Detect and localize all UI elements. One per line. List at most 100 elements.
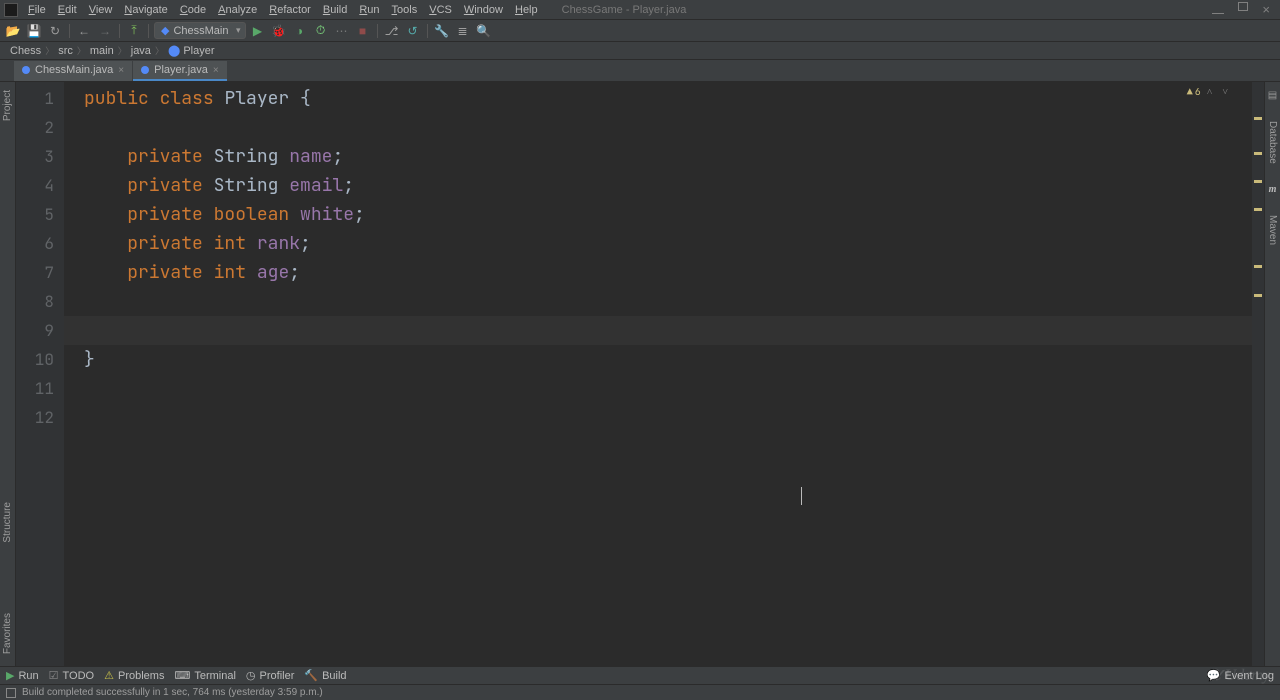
code-line[interactable]: private int rank; (84, 229, 1252, 258)
error-stripe[interactable] (1252, 82, 1264, 666)
run-icon: ▶ (6, 669, 14, 682)
run-icon[interactable]: ▶ (249, 22, 267, 40)
toolbar-sep (148, 24, 149, 38)
crumb-player[interactable]: ⬤ Player (164, 44, 219, 57)
close-icon[interactable]: × (1262, 2, 1270, 17)
open-icon[interactable]: 📂 (4, 22, 22, 40)
refresh-icon[interactable]: ↻ (46, 22, 64, 40)
minimize-icon[interactable] (1212, 2, 1224, 17)
code-line[interactable]: private String email; (84, 171, 1252, 200)
build-icon[interactable]: ⤒ (125, 22, 143, 40)
label: Run (18, 670, 38, 682)
menu-vcs[interactable]: VCS (423, 4, 458, 16)
save-icon[interactable]: 💾 (25, 22, 43, 40)
menu-analyze[interactable]: Analyze (212, 4, 263, 16)
warning-marker[interactable] (1254, 265, 1262, 268)
line-number: 2 (16, 113, 64, 142)
structure-icon[interactable]: ≣ (454, 22, 472, 40)
crumb-main[interactable]: main (86, 45, 118, 57)
tab-player-java[interactable]: Player.java× (133, 61, 227, 81)
btab-profiler[interactable]: ◷Profiler (246, 669, 294, 682)
editor-code[interactable]: ▲ 6 ˄ ˅ public class Player { private St… (64, 82, 1252, 666)
inspection-nav-icon[interactable]: ˄ ˅ (1207, 85, 1230, 98)
crumb-src[interactable]: src (54, 45, 77, 57)
inspection-widget[interactable]: ▲ 6 ˄ ˅ (1187, 85, 1230, 98)
warning-marker[interactable] (1254, 117, 1262, 120)
run-config-name: ChessMain (173, 25, 228, 37)
maven-icon[interactable]: m (1269, 184, 1277, 195)
close-icon[interactable]: × (213, 65, 219, 76)
watermark: 𝓤 Udemy (1207, 667, 1271, 685)
update-icon[interactable]: ↺ (404, 22, 422, 40)
search-icon[interactable]: 🔧 (433, 22, 451, 40)
attach-icon[interactable]: ⋯ (333, 22, 351, 40)
menu-tools[interactable]: Tools (386, 4, 424, 16)
btab-todo[interactable]: ☑TODO (49, 669, 94, 682)
coverage-icon[interactable]: ◑ (291, 22, 309, 40)
toolbar-sep (377, 24, 378, 38)
database-icon[interactable]: ▤ (1268, 90, 1277, 101)
crumb-chess[interactable]: Chess (6, 45, 45, 57)
code-line[interactable] (84, 113, 1252, 142)
tool-favorites[interactable]: Favorites (2, 613, 13, 654)
menu-build[interactable]: Build (317, 4, 353, 16)
stop-icon[interactable]: ■ (354, 22, 372, 40)
chevron-right-icon: 〉 (77, 44, 86, 57)
menu-help[interactable]: Help (509, 4, 544, 16)
warning-marker[interactable] (1254, 180, 1262, 183)
code-line[interactable] (84, 287, 1252, 316)
main-area: Project Structure Favorites 123456789101… (0, 82, 1280, 666)
btab-terminal[interactable]: ⌨Terminal (174, 669, 235, 682)
label: Profiler (260, 670, 295, 682)
code-line[interactable] (64, 316, 1252, 345)
code-line[interactable]: private String name; (84, 142, 1252, 171)
menu-code[interactable]: Code (174, 4, 212, 16)
debug-icon[interactable]: 🐞 (270, 22, 288, 40)
git-icon[interactable]: ⎇ (383, 22, 401, 40)
menu-view[interactable]: View (83, 4, 119, 16)
bottom-tool-tabs: ▶ Run ☑TODO ⚠Problems ⌨Terminal ◷Profiler… (0, 666, 1280, 684)
close-icon[interactable]: × (118, 65, 124, 76)
back-icon[interactable]: ← (75, 22, 93, 40)
lock-icon[interactable] (6, 688, 16, 698)
warning-marker[interactable] (1254, 152, 1262, 155)
tool-database[interactable]: Database (1267, 121, 1278, 164)
btab-problems[interactable]: ⚠Problems (104, 669, 164, 682)
btab-build[interactable]: 🔨Build (304, 669, 346, 682)
tool-project[interactable]: Project (2, 90, 13, 121)
editor[interactable]: 123456789101112 ▲ 6 ˄ ˅ public class Pla… (16, 82, 1264, 666)
warning-marker[interactable] (1254, 294, 1262, 297)
menu-run[interactable]: Run (353, 4, 385, 16)
maximize-icon[interactable] (1238, 2, 1248, 17)
profiler-icon[interactable]: ⏱ (312, 22, 330, 40)
chevron-right-icon: 〉 (118, 44, 127, 57)
warning-marker[interactable] (1254, 208, 1262, 211)
line-number: 1 (16, 84, 64, 113)
label: TODO (63, 670, 95, 682)
code-line[interactable]: public class Player { (84, 84, 1252, 113)
chevron-right-icon: 〉 (45, 44, 54, 57)
menu-navigate[interactable]: Navigate (118, 4, 173, 16)
code-line[interactable] (84, 374, 1252, 403)
forward-icon[interactable]: → (96, 22, 114, 40)
btab-run[interactable]: ▶ Run (6, 669, 39, 682)
line-number: 12 (16, 403, 64, 432)
menu-window[interactable]: Window (458, 4, 509, 16)
tab-label: ChessMain.java (35, 64, 113, 76)
code-line[interactable]: } (84, 345, 1252, 374)
menu-refactor[interactable]: Refactor (263, 4, 317, 16)
status-message: Build completed successfully in 1 sec, 7… (22, 687, 323, 698)
java-file-icon (22, 66, 30, 74)
menu-file[interactable]: File (22, 4, 52, 16)
tool-maven[interactable]: Maven (1267, 215, 1278, 245)
crumb-java[interactable]: java (127, 45, 155, 57)
find-icon[interactable]: 🔍 (475, 22, 493, 40)
label: Terminal (194, 670, 236, 682)
code-line[interactable]: private int age; (84, 258, 1252, 287)
code-line[interactable]: private boolean white; (84, 200, 1252, 229)
tab-chessmain-java[interactable]: ChessMain.java × (14, 61, 132, 81)
run-config-dropdown[interactable]: ◆ ChessMain (154, 22, 246, 39)
menu-edit[interactable]: Edit (52, 4, 83, 16)
line-number: 9 (16, 316, 64, 345)
tool-structure[interactable]: Structure (2, 502, 13, 543)
